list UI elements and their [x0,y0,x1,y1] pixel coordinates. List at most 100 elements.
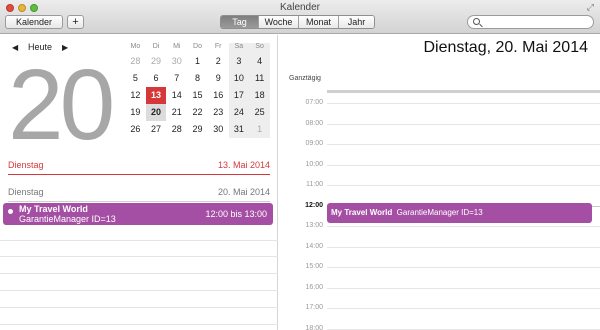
hour-label: 16:00 [305,284,323,291]
mini-calendar-day[interactable]: 8 [187,70,208,87]
mini-calendar-day[interactable]: 21 [166,104,187,121]
hour-row[interactable]: 16:00 [279,284,600,291]
window-title: Kalender [279,2,321,13]
all-day-row[interactable] [327,90,600,93]
mini-calendar-day[interactable]: 7 [166,70,187,87]
event-title: My Travel World [19,204,88,214]
hour-row[interactable]: 15:00 [279,263,600,270]
hour-row[interactable]: 07:00 [279,99,600,106]
mini-calendar-day[interactable]: 29 [187,121,208,138]
mini-calendar-day[interactable]: 2 [208,53,229,70]
mini-calendar-day[interactable]: 6 [146,70,167,87]
view-year-tab[interactable]: Jahr [338,16,374,28]
mini-calendar-day[interactable]: 11 [249,70,270,87]
hour-label: 18:00 [305,325,323,330]
selected-section-header: Dienstag 20. Mai 2014 [8,187,270,202]
hour-label: 17:00 [305,304,323,311]
mini-calendar-day[interactable]: 9 [208,70,229,87]
hour-line [327,103,600,104]
mini-calendar-day[interactable]: 16 [208,87,229,104]
list-divider [0,256,278,257]
add-event-button[interactable]: + [67,15,84,29]
event-time: 12:00 bis 13:00 [205,209,267,219]
mini-calendar-day[interactable]: 20 [145,104,167,121]
hour-line [327,124,600,125]
weekday-label: Do [193,43,202,50]
hour-row[interactable]: 17:00 [279,304,600,311]
mini-calendar-day[interactable]: 10 [228,70,250,87]
calendars-button[interactable]: Kalender [5,15,63,29]
mini-calendar-day[interactable]: 13 [145,87,167,104]
mini-calendar-days: 28 29 30 1 2 3 4 5 6 7 8 9 10 11 12 13 14 15 16 17 18 19 20 21 2… [125,53,270,138]
weekday-label: Mi [173,43,181,50]
fullscreen-icon[interactable]: ⤢ [587,2,594,13]
mini-calendar-day[interactable]: 23 [208,104,229,121]
mini-calendar-day[interactable]: 25 [249,104,270,121]
mini-calendar-day[interactable]: 18 [249,87,270,104]
hour-line [327,185,600,186]
mini-calendar-day[interactable]: 4 [249,53,270,70]
day-view-event[interactable]: My Travel World GarantieManager ID=13 [327,203,592,223]
mini-calendar-day[interactable]: 31 [228,121,250,138]
selected-day-name: Dienstag [8,187,44,197]
view-month-tab[interactable]: Monat [298,16,338,28]
mini-calendar-day[interactable]: 12 [125,87,146,104]
weekday-label: Di [152,43,160,50]
hour-row[interactable]: 13:00 [279,222,600,229]
search-icon [473,18,480,25]
hour-row[interactable]: 10:00 [279,161,600,168]
mini-calendar-day[interactable]: 26 [125,121,146,138]
mini-calendar-day[interactable]: 15 [187,87,208,104]
hour-line [327,165,600,166]
search-input[interactable] [467,15,594,29]
mini-calendar-day[interactable]: 1 [187,53,208,70]
selected-date: 20. Mai 2014 [217,187,270,197]
hour-row[interactable]: 09:00 [279,140,600,147]
weekday-label: So [249,43,270,53]
event-dot-icon [8,209,13,214]
hour-row[interactable]: 11:00 [279,181,600,188]
mini-calendar-day[interactable]: 30 [208,121,229,138]
hour-label: 07:00 [305,99,323,106]
mini-calendar-day[interactable]: 5 [125,70,146,87]
hour-row[interactable]: 08:00 [279,120,600,127]
hour-line [327,267,600,268]
mini-calendar-day[interactable]: 30 [166,53,187,70]
today-day-name: Dienstag [8,160,44,170]
mini-calendar-day[interactable]: 28 [166,121,187,138]
all-day-label: Ganztägig [289,75,321,82]
hour-label: 09:00 [305,140,323,147]
event-list-item[interactable]: My Travel World GarantieManager ID=13 12… [3,203,273,225]
hour-line [327,144,600,145]
hour-line [327,288,600,289]
weekday-header: Mo Di Mi Do Fr Sa So [125,43,270,53]
hour-row[interactable]: 14:00 [279,243,600,250]
hour-label: 14:00 [305,243,323,250]
today-date: 13. Mai 2014 [217,160,270,170]
mini-calendar-day[interactable]: 27 [146,121,167,138]
event-subtitle: GarantieManager ID=13 [19,214,116,224]
weekday-label: Mo [130,43,141,50]
hour-label: 15:00 [305,263,323,270]
hour-line [327,247,600,248]
mini-calendar-day[interactable]: 3 [228,53,250,70]
view-day-tab[interactable]: Tag [221,16,258,28]
list-divider [0,324,278,325]
list-divider [0,290,278,291]
mini-calendar-day[interactable]: 22 [187,104,208,121]
day-view-title: Dienstag, 20. Mai 2014 [423,39,588,56]
mini-calendar-day[interactable]: 24 [228,104,250,121]
mini-calendar-day[interactable]: 29 [146,53,167,70]
hour-line [327,226,600,227]
big-day-number: 20 [8,49,115,161]
hour-label: 10:00 [305,161,323,168]
mini-calendar-day[interactable]: 28 [125,53,146,70]
mini-calendar-day[interactable]: 19 [125,104,146,121]
mini-calendar-day[interactable]: 1 [249,121,270,138]
day-event-subtitle: GarantieManager ID=13 [396,208,483,217]
hour-label: 11:00 [306,181,323,188]
mini-calendar-day[interactable]: 17 [228,87,250,104]
mini-calendar-day[interactable]: 14 [166,87,187,104]
hour-label: 12:00 [305,202,323,209]
view-week-tab[interactable]: Woche [258,16,298,28]
